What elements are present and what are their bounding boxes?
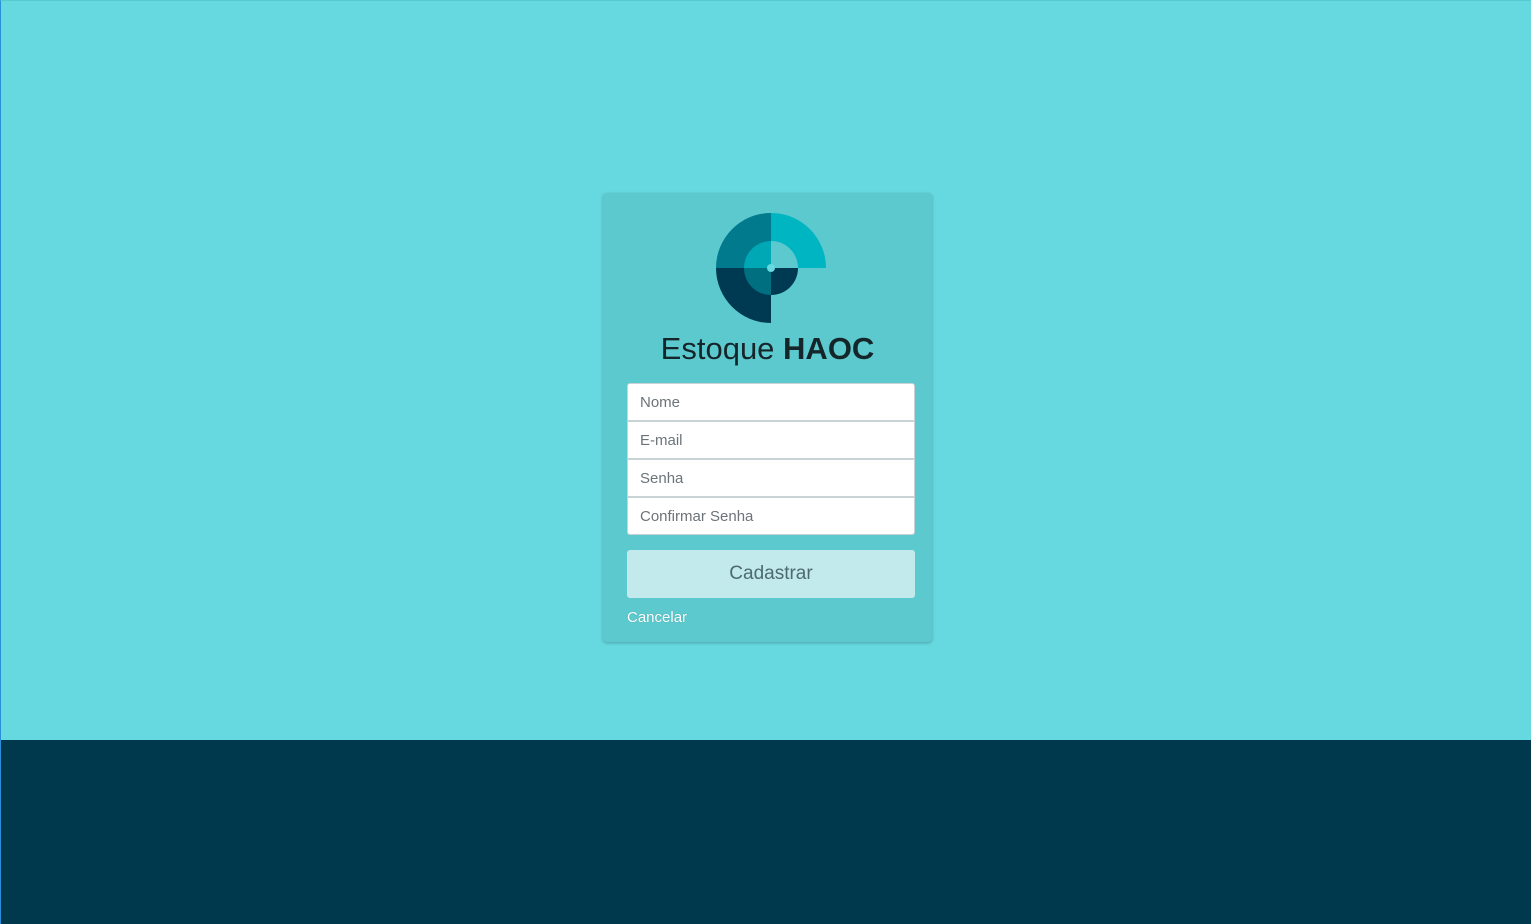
brand-name-bold: HAOC	[783, 331, 875, 366]
haoc-logo-icon	[716, 213, 826, 323]
password-input[interactable]	[627, 459, 915, 497]
footer-band	[1, 740, 1531, 924]
confirm-password-input[interactable]	[627, 497, 915, 535]
email-input[interactable]	[627, 421, 915, 459]
brand-title: Estoque HAOC	[603, 329, 932, 369]
register-card: Estoque HAOC Cadastrar Cancelar	[603, 193, 932, 642]
page: Estoque HAOC Cadastrar Cancelar	[0, 0, 1531, 924]
brand-name-regular: Estoque	[660, 331, 784, 366]
cancel-link[interactable]: Cancelar	[627, 609, 687, 626]
name-input[interactable]	[627, 383, 915, 421]
register-button[interactable]: Cadastrar	[627, 550, 915, 598]
